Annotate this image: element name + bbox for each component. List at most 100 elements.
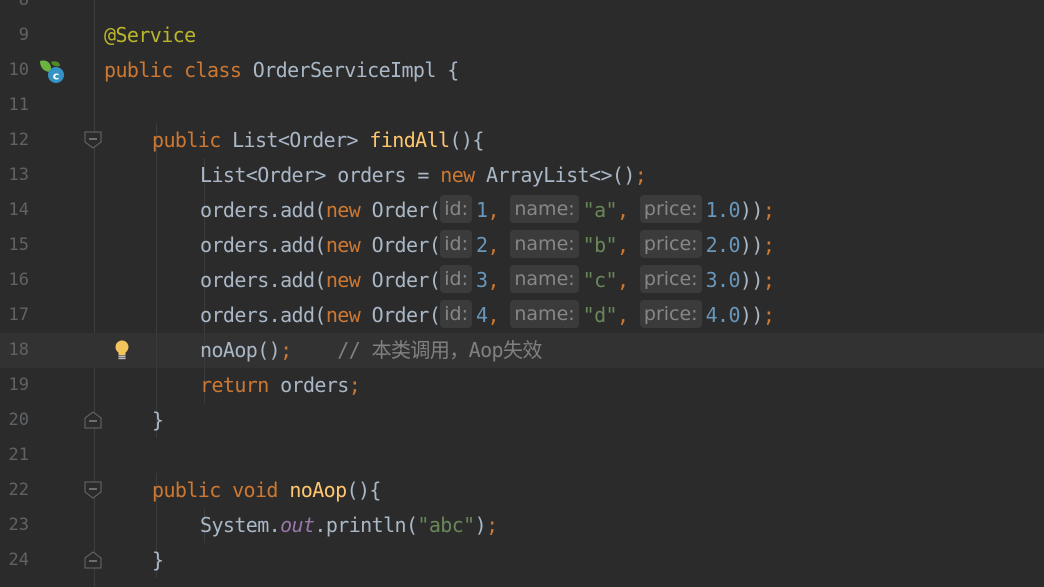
code-token: noAop() (200, 338, 281, 362)
code-line[interactable]: 13 List<Order> orders = new ArrayList<>()… (0, 158, 1044, 193)
line-number: 12 (8, 130, 29, 150)
code-line[interactable]: 11 (0, 88, 1044, 123)
parameter-hint: name: (510, 195, 579, 223)
line-number: 11 (8, 95, 29, 115)
code-token: void (232, 478, 290, 502)
parameter-hint: id: (440, 230, 473, 258)
line-number: 19 (8, 375, 29, 395)
fold-start-icon[interactable] (84, 131, 102, 149)
code-line[interactable]: 15 orders.add(new Order(id: 2, name: "b", p… (0, 228, 1044, 263)
code-text[interactable]: noAop(); // 本类调用，Aop失效 (200, 333, 542, 368)
fold-end-icon[interactable] (84, 411, 102, 429)
code-token: 1 (476, 198, 488, 222)
code-token: public (104, 58, 185, 82)
line-number: 22 (8, 480, 29, 500)
parameter-hint: name: (510, 230, 579, 258)
code-token: "b" (582, 233, 618, 257)
code-line[interactable]: 22 public void noAop(){ (0, 473, 1044, 508)
code-line[interactable]: 8 (0, 0, 1044, 18)
code-line[interactable]: 23 System.out.println("abc"); (0, 508, 1044, 543)
code-token: )) (739, 198, 763, 222)
code-text[interactable]: @Service (104, 18, 196, 53)
code-line[interactable]: 17 orders.add(new Order(id: 4, name: "d", p… (0, 298, 1044, 333)
code-token: )) (739, 233, 763, 257)
parameter-hint: id: (440, 300, 473, 328)
indent-guide (156, 263, 157, 298)
code-token: System. (200, 513, 281, 537)
code-text[interactable]: List<Order> orders = new ArrayList<>(); (200, 158, 647, 193)
code-token: , (487, 303, 511, 327)
code-token: Order( (371, 268, 441, 292)
code-token: ; (762, 303, 775, 327)
line-number: 8 (18, 0, 29, 10)
code-line[interactable]: 9 @Service (0, 18, 1044, 53)
code-token: )) (739, 268, 763, 292)
code-line[interactable]: 16 orders.add(new Order(id: 3, name: "c", p… (0, 263, 1044, 298)
line-number: 16 (8, 270, 29, 290)
parameter-hint: id: (440, 195, 473, 223)
code-token: List<Order> (232, 128, 370, 152)
line-number: 23 (8, 515, 29, 535)
code-token: public (152, 128, 233, 152)
code-token: ; (762, 233, 775, 257)
line-number: 10 (8, 60, 29, 80)
code-line[interactable]: 10 public class OrderServiceImpl { c (0, 53, 1044, 88)
code-token: @Service (104, 23, 196, 47)
code-token: out (280, 513, 315, 537)
code-token: Order( (371, 198, 441, 222)
code-token: // 本类调用，Aop失效 (291, 338, 542, 362)
code-text[interactable]: } (152, 543, 164, 578)
code-token: orders (280, 373, 349, 397)
code-token: 4 (476, 303, 488, 327)
indent-guide (156, 228, 157, 263)
line-number: 20 (8, 410, 29, 430)
line-number: 9 (18, 25, 29, 45)
line-number: 13 (8, 165, 29, 185)
code-text[interactable]: } (152, 403, 164, 438)
fold-start-icon[interactable] (84, 481, 102, 499)
parameter-hint: price: (639, 300, 702, 328)
code-line[interactable]: 24} (0, 543, 1044, 578)
code-text[interactable]: return orders; (200, 368, 361, 403)
code-token: .println( (314, 513, 418, 537)
parameter-hint: name: (510, 300, 579, 328)
code-line[interactable]: 20} (0, 403, 1044, 438)
code-text[interactable]: System.out.println("abc"); (200, 508, 498, 543)
code-token: "d" (582, 303, 618, 327)
parameter-hint: price: (639, 195, 702, 223)
code-text[interactable]: orders.add(new Order(id: 3, name: "c", pri… (200, 263, 775, 298)
code-token: noAop (289, 478, 347, 502)
code-line[interactable]: 18 noAop(); // 本类调用，Aop失效 (0, 333, 1044, 368)
code-token: } (152, 548, 164, 572)
code-text[interactable]: orders.add(new Order(id: 1, name: "a", pri… (200, 193, 775, 228)
code-token: (){ (449, 128, 484, 152)
code-token: orders.add( (200, 268, 326, 292)
indent-guide (156, 193, 157, 228)
code-token: OrderServiceImpl { (252, 58, 460, 82)
code-token: "c" (582, 268, 618, 292)
code-text[interactable]: public List<Order> findAll(){ (152, 123, 484, 158)
code-line[interactable]: 12 public List<Order> findAll(){ (0, 123, 1044, 158)
code-text[interactable]: orders.add(new Order(id: 2, name: "b", pri… (200, 228, 775, 263)
code-token: 3 (476, 268, 488, 292)
lightbulb-icon[interactable] (112, 338, 132, 362)
code-token: ) (474, 513, 487, 537)
indent-guide (156, 368, 157, 403)
code-text[interactable]: public class OrderServiceImpl { (104, 53, 459, 88)
indent-guide (156, 298, 157, 333)
indent-guide (156, 333, 157, 368)
code-token: ; (348, 373, 361, 397)
code-line[interactable]: 14 orders.add(new Order(id: 1, name: "a", p… (0, 193, 1044, 228)
code-line[interactable]: 19 return orders; (0, 368, 1044, 403)
code-text[interactable]: public void noAop(){ (152, 473, 381, 508)
spring-bean-class-icon[interactable]: c (38, 58, 66, 84)
code-token: )) (739, 303, 763, 327)
code-token: class (184, 58, 253, 82)
code-line[interactable]: 21 (0, 438, 1044, 473)
code-token: orders.add( (200, 233, 326, 257)
line-number: 17 (8, 305, 29, 325)
code-text[interactable]: orders.add(new Order(id: 4, name: "d", pri… (200, 298, 775, 333)
code-token: Order( (371, 233, 441, 257)
code-editor[interactable]: 8 9 @Service 10 public class OrderServiceImp… (0, 0, 1044, 587)
fold-end-icon[interactable] (84, 551, 102, 569)
